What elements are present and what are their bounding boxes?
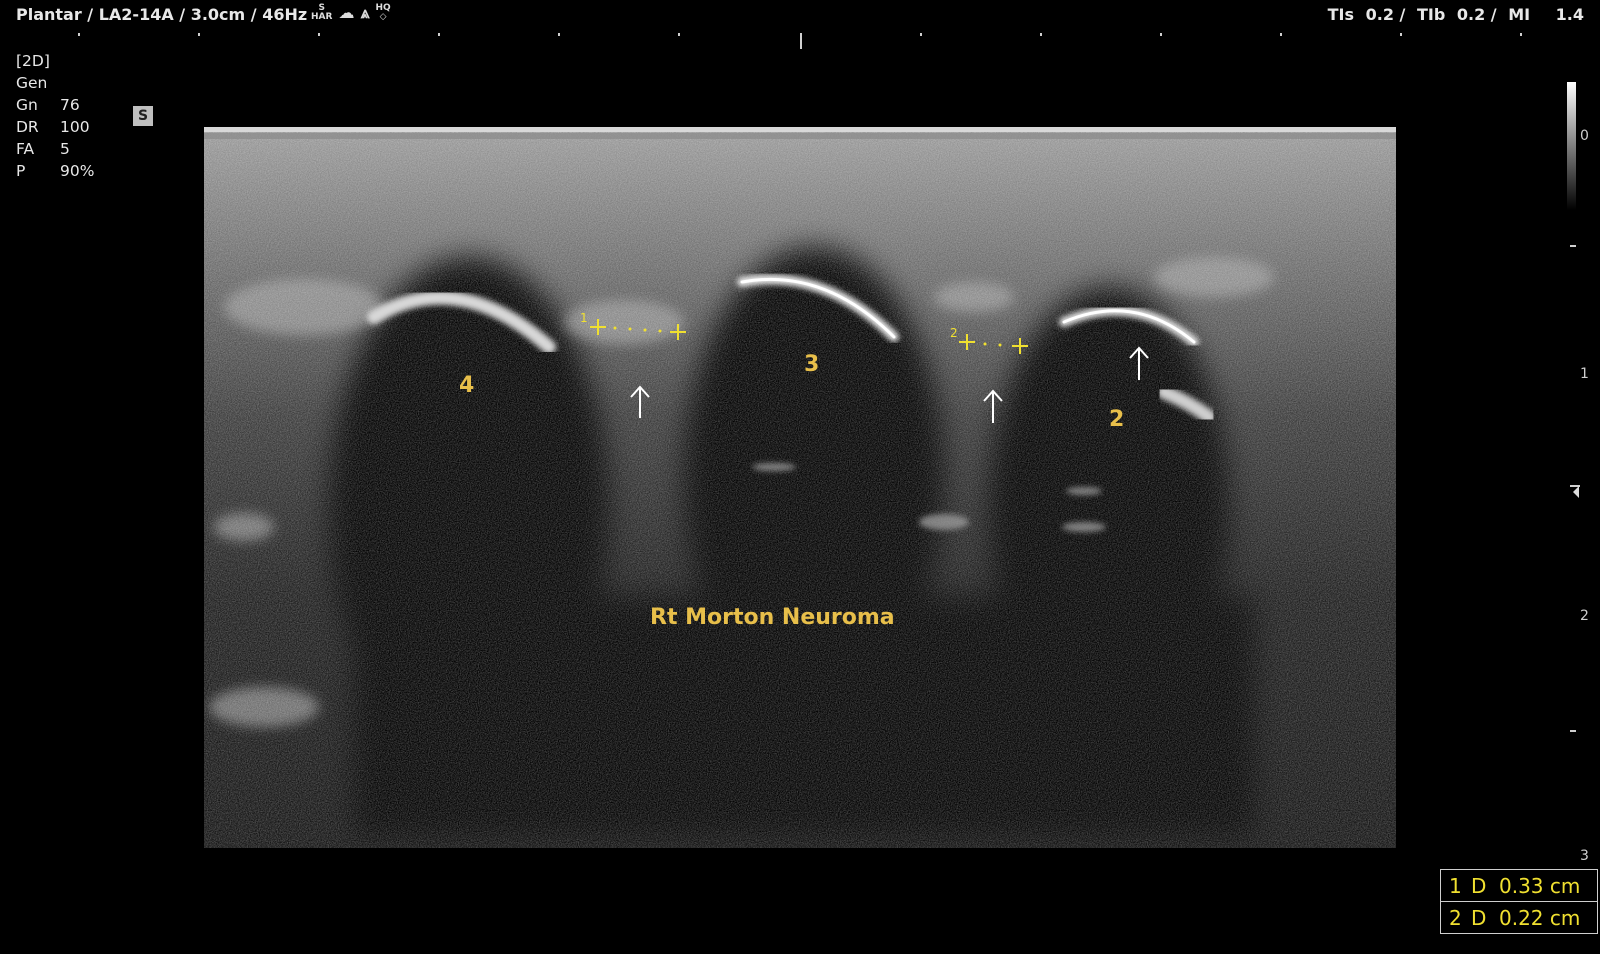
depth-mark-3: 3: [1580, 848, 1589, 860]
param-row-power: P 90%: [16, 160, 94, 182]
depth-mark-2: 2: [1580, 608, 1589, 624]
image-title: Rt Morton Neuroma: [650, 605, 895, 630]
param-row-dr: DR 100: [16, 116, 94, 138]
param-value: 100: [60, 118, 90, 136]
param-key: P: [16, 162, 26, 180]
imaging-parameters: [2D] Gen Gn 76 DR 100 FA 5 P 90%: [16, 50, 94, 182]
lateral-ruler: [78, 33, 1522, 49]
measurement-index: 1: [1449, 873, 1462, 898]
measurement-results: 1 D 0.33 cm 2 D 0.22 cm: [1440, 869, 1598, 934]
metatarsal-2-label: 2: [1109, 407, 1125, 432]
metatarsal-4-label: 4: [459, 373, 475, 398]
focus-marker-icon: [1573, 486, 1579, 498]
measurement-row[interactable]: 1 D 0.33 cm: [1441, 870, 1597, 901]
param-value: 90%: [60, 162, 95, 180]
measurement-value: 0.22 cm: [1499, 905, 1581, 930]
depth-mark-1: 1: [1580, 366, 1589, 382]
param-key: Gn: [16, 96, 38, 114]
metatarsal-3-label: 3: [804, 352, 820, 377]
s-badge: S: [133, 106, 153, 126]
caliper-1-number: 1: [580, 311, 588, 325]
measurement-value: 0.33 cm: [1499, 873, 1581, 898]
param-value: 76: [60, 96, 80, 114]
param-key: FA: [16, 140, 35, 158]
param-value: 5: [60, 140, 70, 158]
caliper-2-number: 2: [950, 326, 958, 340]
preset-label: Gen: [16, 74, 48, 92]
mode-label: [2D]: [16, 52, 50, 70]
measurement-row[interactable]: 2 D 0.22 cm: [1441, 901, 1597, 933]
param-key: DR: [16, 118, 39, 136]
param-row-gain: Gn 76: [16, 94, 94, 116]
depth-scale: 0 1 2 3: [1570, 128, 1589, 860]
measurement-type: D: [1471, 905, 1487, 930]
param-row-fa: FA 5: [16, 138, 94, 160]
measurement-type: D: [1471, 873, 1487, 898]
measurement-index: 2: [1449, 905, 1462, 930]
depth-mark-0: 0: [1580, 128, 1589, 144]
ultrasound-image[interactable]: [204, 127, 1396, 848]
